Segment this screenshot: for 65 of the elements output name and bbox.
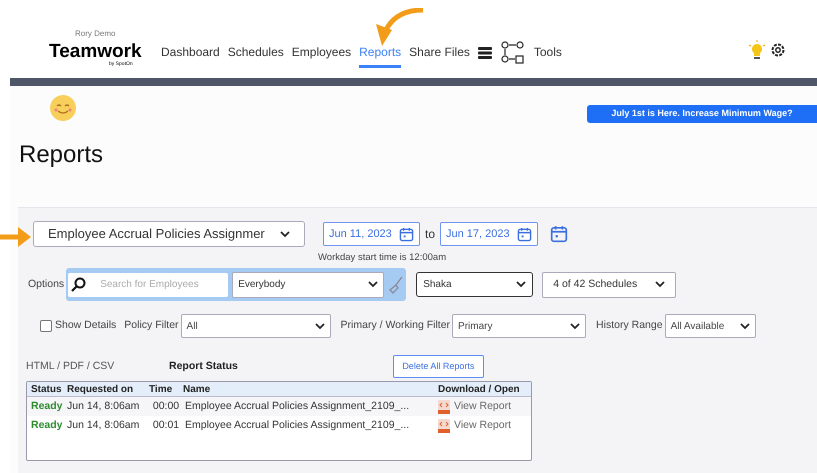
logo[interactable]: Teamwork: [49, 42, 149, 60]
date-field[interactable]: Jun 17, 2023: [440, 222, 538, 246]
history-select[interactable]: All Available: [664, 314, 756, 338]
column-header: Status: [30, 382, 63, 397]
column-header: Time: [149, 382, 174, 397]
checkbox-label: Show Details: [55, 318, 116, 334]
pointer-arrow: [0, 226, 32, 248]
stack-icon[interactable]: [478, 46, 492, 58]
schedules-select[interactable]: 4 of 42 Schedules: [542, 272, 676, 298]
table-cell-text: Jun 14, 8:06am: [67, 398, 140, 414]
column-header: Name: [183, 382, 212, 397]
format-links: HTML / PDF / CSV: [26, 358, 116, 374]
lightbulb-icon[interactable]: [748, 40, 766, 60]
table-cell-text: Employee Accrual Policies Assignment_2109_...: [184, 418, 410, 433]
section-title: Report Status: [169, 358, 238, 374]
smiley-icon: [49, 94, 77, 122]
chevron-down-icon: [740, 322, 750, 330]
nav-tab[interactable]: Employees: [292, 37, 352, 68]
table-cell-text: 00:01: [152, 418, 180, 433]
policy-select[interactable]: All: [180, 314, 331, 338]
workflow-icon[interactable]: [500, 40, 526, 64]
chevron-down-icon: [570, 322, 580, 330]
nav-tab[interactable]: Share Files: [409, 37, 470, 68]
nav-tab[interactable]: Schedules: [228, 37, 284, 68]
chevron-down-icon: [516, 281, 526, 288]
page-title: Reports: [19, 140, 104, 170]
file-icon: [438, 418, 450, 433]
options-label: Options: [28, 276, 64, 292]
calendar-icon: [550, 225, 568, 243]
date-separator: to: [425, 226, 436, 243]
calendar-icon: [517, 226, 532, 242]
account-name: Rory Demo: [75, 28, 116, 40]
table-cell-text: Jun 14, 8:06am: [67, 418, 140, 433]
table-cell-text: 00:00: [152, 398, 180, 414]
chevron-down-icon: [280, 230, 290, 238]
location-select[interactable]: Shaka: [416, 272, 534, 298]
calendar-icon: [399, 226, 414, 242]
group-select[interactable]: Everybody: [232, 272, 384, 298]
primary-select[interactable]: Primary: [452, 314, 586, 338]
search-input[interactable]: Search for Employees: [100, 277, 220, 292]
table-cell-text: Employee Accrual Policies Assignment_2109_...: [184, 398, 410, 414]
delete-all-button[interactable]: Delete All Reports: [392, 355, 484, 378]
nav-tab[interactable]: Tools: [534, 37, 562, 68]
status-text: Ready: [30, 418, 64, 433]
settings-icon[interactable]: [770, 42, 786, 58]
date-field[interactable]: Jun 11, 2023: [323, 222, 420, 246]
column-header: Download / Open: [438, 382, 520, 397]
banner-button[interactable]: July 1st is Here. Increase Minimum Wage?: [587, 105, 817, 123]
chevron-down-icon: [368, 281, 378, 288]
view-report-link[interactable]: View Report: [454, 418, 512, 434]
status-text: Ready: [30, 398, 64, 414]
chevron-down-icon: [655, 281, 666, 288]
nav-tab[interactable]: Dashboard: [161, 37, 220, 68]
search-field[interactable]: Search for Employees: [68, 272, 228, 297]
search-icon: [71, 277, 86, 292]
workday-note: Workday start time is 12:00am: [318, 251, 448, 265]
filter-label: History Range: [596, 318, 663, 334]
column-header: Requested on: [67, 382, 134, 397]
chevron-down-icon: [314, 322, 325, 330]
filter-label: Primary / Working Filter: [340, 318, 450, 334]
checkbox[interactable]: [40, 320, 52, 332]
view-report-link[interactable]: View Report: [454, 398, 512, 415]
filter-label: Policy Filter: [124, 318, 179, 334]
report-select[interactable]: Employee Accrual Policies Assignmer: [33, 221, 305, 247]
file-icon: [438, 400, 450, 414]
